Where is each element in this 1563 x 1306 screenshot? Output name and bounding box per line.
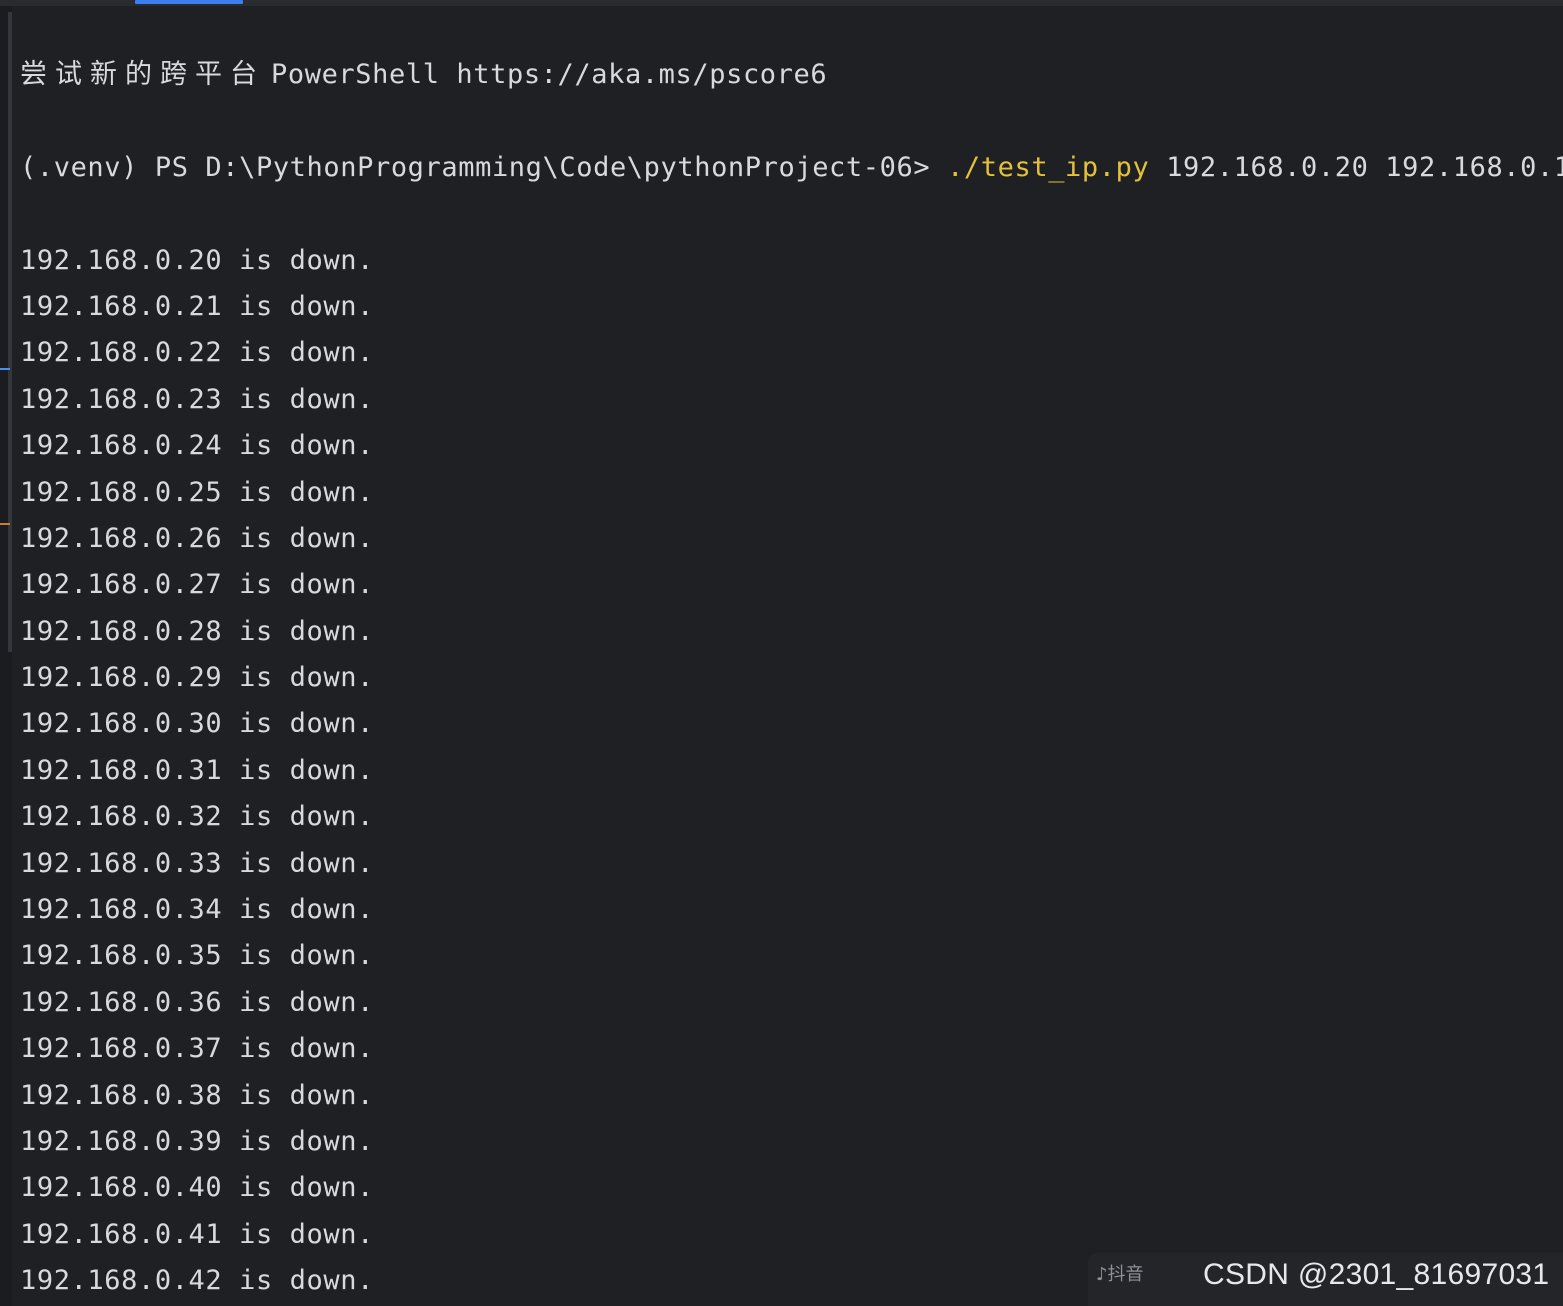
active-tab-indicator[interactable] (135, 0, 243, 4)
terminal-banner: 尝试新的跨平台 PowerShell https://aka.ms/pscore6 (20, 52, 1563, 98)
watermark-text: CSDN @2301_81697031 (1203, 1258, 1550, 1291)
output-line: 192.168.0.22 is down. (20, 337, 374, 369)
gutter-strip (8, 12, 12, 652)
output-line: 192.168.0.24 is down. (20, 430, 374, 462)
editor-gutter (0, 6, 12, 1306)
output-line: 192.168.0.34 is down. (20, 894, 374, 926)
output-line: 192.168.0.35 is down. (20, 940, 374, 972)
command-args: 192.168.0.20 192.168.0.100 (1166, 151, 1563, 183)
terminal-output[interactable]: 尝试新的跨平台 PowerShell https://aka.ms/pscore6… (20, 52, 1563, 1305)
output-line: 192.168.0.28 is down. (20, 615, 374, 647)
douyin-logo-icon: ♪抖音 (1096, 1264, 1144, 1285)
output-line: 192.168.0.25 is down. (20, 476, 374, 508)
output-line: 192.168.0.32 is down. (20, 801, 374, 833)
output-line: 192.168.0.30 is down. (20, 708, 374, 740)
output-line: 192.168.0.41 is down. (20, 1218, 374, 1250)
shell-prompt: (.venv) PS D:\PythonProgramming\Code\pyt… (20, 151, 931, 183)
command-script: ./test_ip.py (947, 151, 1150, 183)
gutter-marker-blue (0, 368, 10, 370)
output-line: 192.168.0.27 is down. (20, 569, 374, 601)
output-list: 192.168.0.20 is down. 192.168.0.21 is dow… (20, 238, 1563, 1305)
banner-link-text: PowerShell https://aka.ms/pscore6 (271, 59, 828, 90)
output-line: 192.168.0.26 is down. (20, 522, 374, 554)
output-line: 192.168.0.38 is down. (20, 1079, 374, 1111)
output-line: 192.168.0.31 is down. (20, 754, 374, 786)
command-line: (.venv) PS D:\PythonProgramming\Code\pyt… (20, 145, 1563, 191)
output-line: 192.168.0.39 is down. (20, 1125, 374, 1157)
output-line: 192.168.0.23 is down. (20, 383, 374, 415)
output-line: 192.168.0.29 is down. (20, 662, 374, 694)
output-line: 192.168.0.40 is down. (20, 1172, 374, 1204)
gutter-marker-orange (0, 523, 10, 525)
output-line: 192.168.0.36 is down. (20, 986, 374, 1018)
output-line: 192.168.0.37 is down. (20, 1033, 374, 1065)
output-line: 192.168.0.21 is down. (20, 290, 374, 322)
output-line: 192.168.0.20 is down. (20, 244, 374, 276)
output-line: 192.168.0.33 is down. (20, 847, 374, 879)
banner-cjk-text: 尝试新的跨平台 (20, 59, 265, 90)
